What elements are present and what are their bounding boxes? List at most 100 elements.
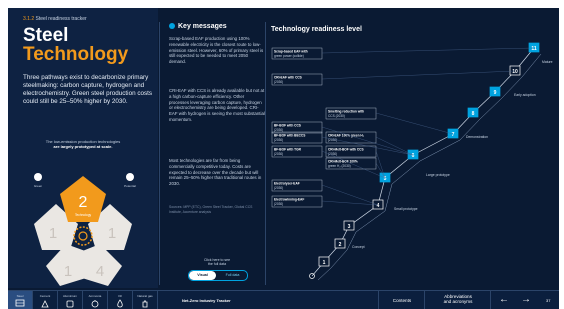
tech-label-line2-3: CCS (2030): [328, 114, 345, 118]
abbreviations-button[interactable]: Abbreviations and acronyms: [424, 291, 491, 309]
tab-label: Oil: [118, 294, 122, 298]
tech-label-line1-7: CRI-Melt-BOF with CCS: [328, 148, 364, 152]
tab-label: Steel: [16, 294, 24, 298]
readiness-chart-svg: 1 2 3 4 5 6 7 8 9 10 11 Concept Small prototype Large…: [271, 42, 553, 281]
bottom-nav-bar: Steel Cement Aluminium Ammonia Oil Natural ga…: [8, 290, 559, 309]
tech-connector-11: [321, 200, 379, 206]
tab-label: Cement: [39, 294, 51, 298]
stage-label-1: Concept: [352, 245, 365, 249]
ammonia-icon: [91, 300, 99, 308]
hex-caption-line2: are largely prototyped at scale.: [53, 144, 113, 149]
hex-value-right: 1: [108, 225, 116, 242]
oil-icon: [117, 299, 123, 308]
hex-top-left-label: Green: [34, 184, 43, 188]
level-number-8: 8: [472, 111, 475, 117]
view-toggle[interactable]: Visual Full data: [188, 270, 248, 281]
tech-label-line2-8: (2030): [274, 152, 283, 156]
hex-value-left: 1: [49, 225, 57, 242]
toggle-full-data[interactable]: Full data: [219, 271, 246, 280]
tech-label-line2-2: (2030): [274, 80, 283, 84]
tech-connector-1: [321, 47, 535, 54]
sources-note: Sources: MPP (ETC), Green Steel Tracker,…: [169, 205, 253, 214]
stage-label-3: Large prototype: [426, 173, 450, 177]
tech-label-line1-2: CRI-EAF with CCS: [274, 76, 302, 80]
hex-value-bottom-right: 4: [96, 263, 104, 280]
tech-connector-10: [321, 184, 379, 206]
breadcrumb-number: 3.1.2: [23, 16, 35, 22]
hex-caption: The low-emission production technologies…: [20, 139, 146, 149]
tech-label-line2-11: (2030): [274, 202, 283, 206]
level-number-10: 10: [512, 69, 518, 75]
tech-label-line2-9: green H₂ (2030): [328, 164, 351, 168]
level-number-3: 3: [348, 224, 351, 230]
prev-page-arrow-icon[interactable]: ←: [499, 294, 509, 305]
abbreviations-line2: and acronyms: [443, 299, 473, 304]
tab-natural-gas[interactable]: Natural gas: [133, 291, 158, 309]
chart-title: Technology readiness level: [271, 26, 362, 33]
tab-label: Ammonia: [88, 294, 102, 298]
readiness-hexagon-graphic: Green Potential 2 Technology 1 1 1 4: [8, 152, 158, 288]
hex-top-right-label: Potential: [124, 184, 136, 188]
toggle-visual[interactable]: Visual: [189, 271, 216, 280]
level-number-4: 4: [377, 203, 380, 209]
tech-label-line1-8: BF-BOF with TGR: [274, 148, 302, 152]
tab-ammonia[interactable]: Ammonia: [83, 291, 108, 309]
breadcrumb-label: Steel readiness tracker: [35, 16, 87, 22]
tech-label-line2-4: (2030): [274, 128, 283, 132]
click-hint-line2: the full data: [207, 262, 227, 266]
tech-label-line1-5: CRI-EAF 100% green H₂: [328, 134, 365, 138]
level-number-7: 7: [452, 132, 455, 138]
stage-label-2: Small prototype: [394, 207, 418, 211]
key-message-1: Scrap-based EAF production using 100% re…: [169, 36, 264, 65]
tech-label-line1-10: Electrolyser-EAF: [274, 182, 300, 186]
steel-icon: [15, 299, 25, 307]
gear-icon: [73, 226, 93, 246]
page-arrows: ← →: [490, 291, 543, 309]
next-page-arrow-icon[interactable]: →: [521, 294, 531, 305]
click-hint: Click here to see the full data: [169, 258, 265, 266]
breadcrumb: 3.1.2 Steel readiness tracker: [23, 16, 87, 22]
level-number-1: 1: [323, 260, 326, 266]
tech-label-line1-1: Scrap-based EAF with: [274, 50, 308, 54]
key-messages-panel: Key messages Scrap-based EAF production …: [160, 8, 265, 288]
hex-center-value: 2: [79, 194, 88, 211]
contents-label: Contents: [392, 298, 412, 303]
footer-title: Net-Zero Industry Tracker: [182, 298, 231, 303]
page-title-line1: Steel: [23, 25, 69, 46]
tab-oil[interactable]: Oil: [108, 291, 133, 309]
tab-steel[interactable]: Steel: [8, 291, 33, 309]
hex-center-label: Technology: [75, 213, 92, 217]
tech-connector-5: [375, 136, 414, 156]
level-number-2: 2: [339, 242, 342, 248]
key-messages-title: Key messages: [178, 23, 227, 30]
key-message-3: Most technologies are far from being com…: [169, 158, 262, 187]
page-number: 37: [546, 298, 551, 303]
contents-button[interactable]: Contents: [378, 291, 425, 309]
tab-label: Aluminium: [62, 294, 77, 298]
hex-value-bottom-left: 1: [64, 263, 72, 280]
potential-icon: [126, 173, 134, 181]
level-number-5: 5: [384, 176, 387, 182]
left-panel: 3.1.2 Steel readiness tracker Steel Tech…: [8, 8, 158, 288]
level-number-9: 9: [494, 90, 497, 96]
tab-aluminium[interactable]: Aluminium: [58, 291, 83, 309]
stage-label-6: Mature: [542, 60, 553, 64]
tab-label: Natural gas: [137, 294, 153, 298]
tech-connector-3: [375, 112, 454, 135]
key-messages-heading: Key messages: [169, 23, 227, 30]
lead-paragraph: Three pathways exist to decarbonize prim…: [23, 74, 153, 105]
key-message-2: CRI-EAF with CCS is already available bu…: [169, 88, 265, 122]
stage-label-5: Early adoption: [514, 93, 536, 97]
tech-label-line2-10: (2030): [274, 186, 283, 190]
aluminium-icon: [66, 300, 74, 308]
cement-icon: [41, 300, 49, 308]
tab-cement[interactable]: Cement: [33, 291, 58, 309]
stage-label-4: Demonstration: [466, 135, 488, 139]
tech-label-line2-1: green power (collide): [274, 54, 304, 58]
tech-label-line1-4: BF-BOF with CCS: [274, 124, 301, 128]
page-title-line2: Technology: [23, 44, 129, 65]
key-icon: [169, 23, 175, 30]
tech-label-line1-6: BF-BOF with BECCS: [274, 134, 305, 138]
level-number-11: 11: [531, 46, 537, 52]
tech-connector-2: [321, 70, 516, 80]
